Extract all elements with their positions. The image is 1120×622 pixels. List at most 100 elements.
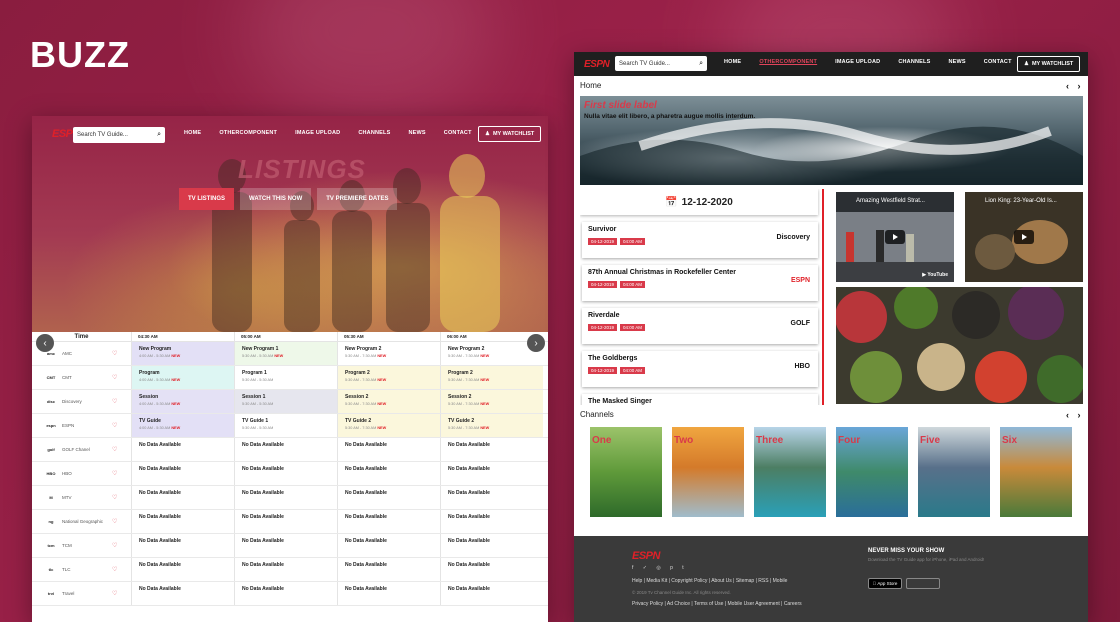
- program-cell[interactable]: New Program 4:00 AM - 5:30 AM NEW: [131, 342, 234, 365]
- channels-arrows[interactable]: ‹ ›: [1066, 410, 1084, 420]
- show-card[interactable]: The Masked Singer 04-12-2019 04:00 AM MT…: [582, 394, 818, 405]
- nav-news[interactable]: NEWS: [408, 130, 425, 136]
- program-cell[interactable]: No Data Available: [337, 462, 440, 485]
- heart-icon[interactable]: ♡: [112, 350, 117, 357]
- heart-icon[interactable]: ♡: [112, 590, 117, 597]
- program-cell[interactable]: No Data Available: [131, 486, 234, 509]
- program-cell[interactable]: Program 2 5:30 AM - 7:30 AM NEW: [440, 366, 543, 389]
- channel-cell[interactable]: tcm TCM ♡: [32, 534, 131, 557]
- program-cell[interactable]: No Data Available: [440, 510, 543, 533]
- nav-home[interactable]: HOME: [724, 59, 741, 65]
- play-icon[interactable]: [1014, 230, 1034, 244]
- show-card[interactable]: Survivor 04-12-2019 04:00 AM Discovery: [582, 222, 818, 258]
- heart-icon[interactable]: ♡: [112, 518, 117, 525]
- tv-listings-button[interactable]: TV LISTINGS: [179, 188, 235, 210]
- program-cell[interactable]: No Data Available: [440, 462, 543, 485]
- show-card[interactable]: 87th Annual Christmas in Rockefeller Cen…: [582, 265, 818, 301]
- program-cell[interactable]: No Data Available: [337, 486, 440, 509]
- scroll-right-button[interactable]: ›: [527, 334, 545, 352]
- heart-icon[interactable]: ♡: [112, 542, 117, 549]
- program-cell[interactable]: No Data Available: [131, 510, 234, 533]
- program-cell[interactable]: No Data Available: [234, 510, 337, 533]
- program-cell[interactable]: Program 2 5:30 AM - 7:30 AM NEW: [337, 366, 440, 389]
- heart-icon[interactable]: ♡: [112, 374, 117, 381]
- channel-cell[interactable]: disc Discovery ♡: [32, 390, 131, 413]
- slider-arrows[interactable]: ‹ ›: [1066, 81, 1084, 91]
- program-cell[interactable]: No Data Available: [440, 534, 543, 557]
- channel-tile[interactable]: One: [590, 427, 662, 517]
- watchlist-button[interactable]: ♟ MY WATCHLIST: [1017, 56, 1081, 72]
- video-thumbnail[interactable]: Lion King: 23-Year-Old Is...: [965, 192, 1083, 282]
- heart-icon[interactable]: ♡: [112, 422, 117, 429]
- program-cell[interactable]: Session 2 5:30 AM - 7:30 AM NEW: [337, 390, 440, 413]
- program-cell[interactable]: New Program 1 5:30 AM - 5:30 AM NEW: [234, 342, 337, 365]
- search-input[interactable]: Search TV Guide... ⌕: [73, 127, 165, 143]
- program-cell[interactable]: Session 2 5:30 AM - 7:30 AM NEW: [440, 390, 543, 413]
- program-cell[interactable]: Session 4:00 AM - 5:30 AM NEW: [131, 390, 234, 413]
- program-cell[interactable]: No Data Available: [131, 582, 234, 605]
- program-cell[interactable]: No Data Available: [131, 462, 234, 485]
- watchlist-button[interactable]: ♟ MY WATCHLIST: [478, 126, 542, 142]
- program-cell[interactable]: No Data Available: [440, 558, 543, 581]
- program-cell[interactable]: TV Guide 2 5:30 AM - 7:30 AM NEW: [440, 414, 543, 437]
- nav-image-upload[interactable]: IMAGE UPLOAD: [835, 59, 880, 65]
- google-play-badge[interactable]: [906, 578, 940, 589]
- channel-cell[interactable]: ng National Geographic ♡: [32, 510, 131, 533]
- channel-cell[interactable]: espn ESPN ♡: [32, 414, 131, 437]
- scroll-left-button[interactable]: ‹: [36, 334, 54, 352]
- nav-image-upload[interactable]: IMAGE UPLOAD: [295, 130, 340, 136]
- program-cell[interactable]: TV Guide 1 5:30 AM - 5:30 AM: [234, 414, 337, 437]
- program-cell[interactable]: No Data Available: [440, 582, 543, 605]
- program-cell[interactable]: No Data Available: [234, 582, 337, 605]
- nav-home[interactable]: HOME: [184, 130, 201, 136]
- channel-tile[interactable]: Two: [672, 427, 744, 517]
- heart-icon[interactable]: ♡: [112, 446, 117, 453]
- program-cell[interactable]: No Data Available: [234, 534, 337, 557]
- channel-tile[interactable]: Three: [754, 427, 826, 517]
- heart-icon[interactable]: ♡: [112, 566, 117, 573]
- play-icon[interactable]: [885, 230, 905, 244]
- channel-tile[interactable]: Five: [918, 427, 990, 517]
- channel-cell[interactable]: trvl Travel ♡: [32, 582, 131, 605]
- search-input[interactable]: Search TV Guide... ⌕: [615, 56, 707, 71]
- program-cell[interactable]: No Data Available: [337, 582, 440, 605]
- program-cell[interactable]: New Program 2 5:30 AM - 7:30 AM NEW: [337, 342, 440, 365]
- program-cell[interactable]: No Data Available: [234, 438, 337, 461]
- nav-othercomponent[interactable]: OTHERCOMPONENT: [219, 130, 277, 136]
- program-cell[interactable]: No Data Available: [440, 486, 543, 509]
- program-cell[interactable]: Program 4:00 AM - 5:30 AM NEW: [131, 366, 234, 389]
- show-card[interactable]: Riverdale 04-12-2019 04:00 AM GOLF: [582, 308, 818, 344]
- channel-cell[interactable]: golf GOLF Chanel ♡: [32, 438, 131, 461]
- espn-logo[interactable]: ESPN: [584, 59, 610, 70]
- heart-icon[interactable]: ♡: [112, 494, 117, 501]
- channel-cell[interactable]: HBO HBO ♡: [32, 462, 131, 485]
- channel-tile[interactable]: Six: [1000, 427, 1072, 517]
- program-cell[interactable]: No Data Available: [337, 510, 440, 533]
- channel-cell[interactable]: tlc TLC ♡: [32, 558, 131, 581]
- program-cell[interactable]: No Data Available: [234, 486, 337, 509]
- channel-cell[interactable]: CMT CMT ♡: [32, 366, 131, 389]
- program-cell[interactable]: Session 1 5:30 AM - 5:30 AM: [234, 390, 337, 413]
- nav-channels[interactable]: CHANNELS: [358, 130, 390, 136]
- nav-contact[interactable]: CONTACT: [444, 130, 472, 136]
- program-cell[interactable]: No Data Available: [337, 558, 440, 581]
- nav-othercomponent[interactable]: OTHERCOMPONENT: [759, 59, 817, 65]
- nav-news[interactable]: NEWS: [948, 59, 965, 65]
- heart-icon[interactable]: ♡: [112, 398, 117, 405]
- program-cell[interactable]: No Data Available: [337, 534, 440, 557]
- program-cell[interactable]: No Data Available: [234, 462, 337, 485]
- watch-this-now-button[interactable]: WATCH THIS NOW: [240, 188, 312, 210]
- heart-icon[interactable]: ♡: [112, 470, 117, 477]
- program-cell[interactable]: No Data Available: [131, 438, 234, 461]
- nav-channels[interactable]: CHANNELS: [898, 59, 930, 65]
- channel-tile[interactable]: Four: [836, 427, 908, 517]
- program-cell[interactable]: No Data Available: [234, 558, 337, 581]
- footer-logo[interactable]: ESPN: [632, 550, 660, 562]
- program-cell[interactable]: No Data Available: [131, 534, 234, 557]
- program-cell[interactable]: Program 1 5:30 AM - 5:30 AM: [234, 366, 337, 389]
- footer-links-secondary[interactable]: Privacy Policy | Ad Choice | Terms of Us…: [632, 601, 802, 607]
- program-cell[interactable]: No Data Available: [337, 438, 440, 461]
- tv-premiere-dates-button[interactable]: TV PREMIERE DATES: [317, 188, 398, 210]
- program-cell[interactable]: No Data Available: [131, 558, 234, 581]
- footer-links[interactable]: Help | Media Kit | Copyright Policy | Ab…: [632, 578, 787, 584]
